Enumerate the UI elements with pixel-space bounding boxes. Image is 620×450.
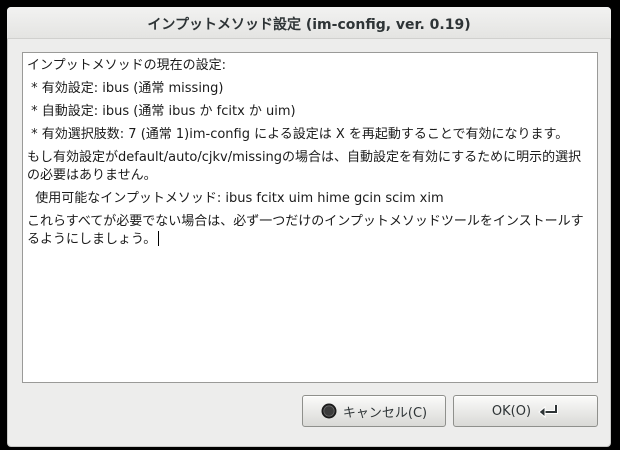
ok-button[interactable]: OK(O) — [453, 395, 598, 427]
message-line-text: これらすべてが必要でない場合は、必ず一つだけのインプットメソッドツールをインスト… — [27, 214, 584, 247]
window-title: インプットメソッド設定 (im-config, ver. 0.19) — [147, 17, 471, 33]
im-config-dialog: インプットメソッド設定 (im-config, ver. 0.19) インプット… — [0, 0, 620, 450]
message-line: * 有効選択肢数: 7 (通常 1)im-config による設定は X を再起… — [27, 127, 569, 142]
ok-button-label: OK(O) — [491, 403, 532, 419]
message-text-area[interactable]: インプットメソッドの現在の設定: * 有効設定: ibus (通常 missin… — [22, 52, 598, 383]
text-cursor — [158, 231, 160, 246]
cancel-button[interactable]: キャンセル(C) — [302, 395, 446, 427]
message-line: もし有効設定がdefault/auto/cjkv/missingの場合は、自動設… — [27, 150, 582, 183]
message-line: 使用可能なインプットメソッド: ibus fcitx uim hime gcin… — [27, 191, 444, 206]
message-line: インプットメソッドの現在の設定: — [27, 58, 226, 73]
return-arrow-icon — [538, 405, 559, 419]
cancel-button-label: キャンセル(C) — [342, 405, 428, 421]
stop-circle-icon — [321, 403, 337, 419]
message-line-last: これらすべてが必要でない場合は、必ず一つだけのインプットメソッドツールをインスト… — [27, 213, 592, 249]
message-line: * 有効設定: ibus (通常 missing) — [27, 81, 224, 96]
title-bar[interactable]: インプットメソッド設定 (im-config, ver. 0.19) — [7, 7, 611, 39]
message-line: * 自動設定: ibus (通常 ibus か fcitx か uim) — [27, 104, 296, 119]
